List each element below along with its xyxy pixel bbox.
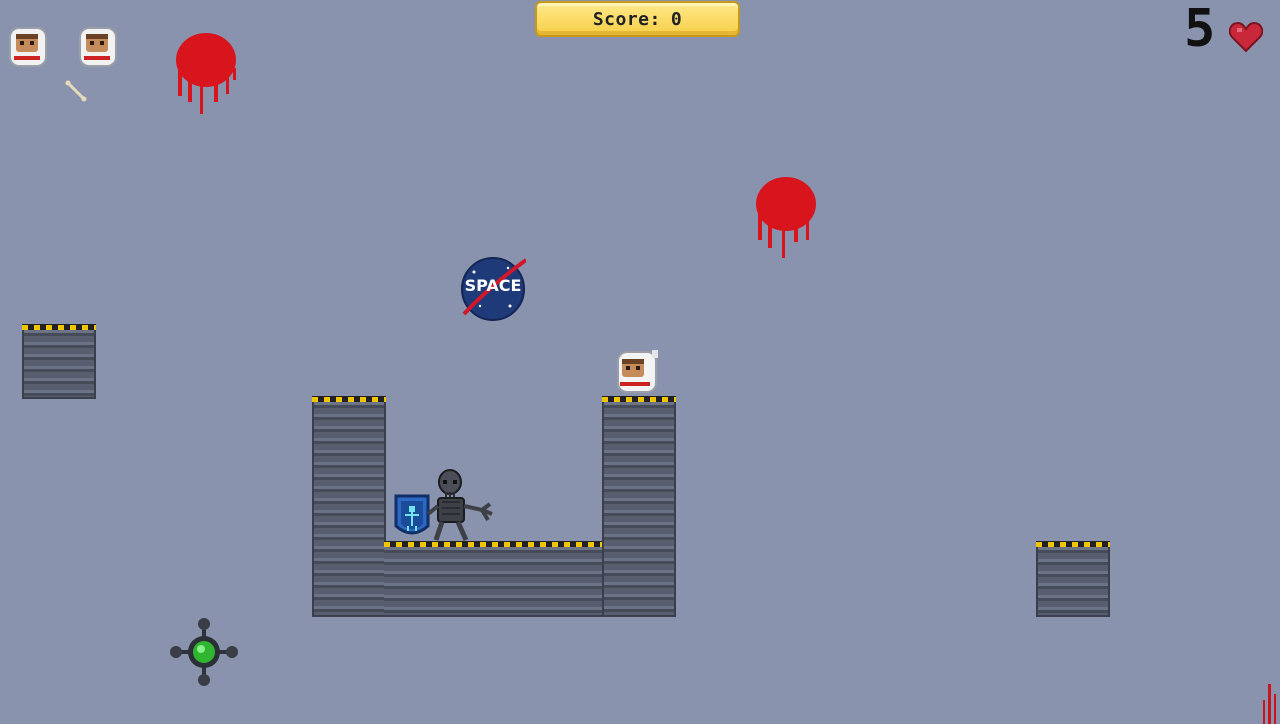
lives-count: 5	[1184, 0, 1216, 59]
pillar-left	[312, 396, 386, 617]
platform-body	[602, 402, 676, 617]
floating-platform-left	[22, 324, 96, 399]
reserve-astronaut-icon	[9, 27, 47, 67]
blood-splat-icon	[756, 177, 816, 258]
game-stage: Score: 0 5 SPACE	[0, 0, 1280, 724]
blood-splat-icon	[176, 33, 236, 114]
reserve-astronaut-icon	[79, 27, 117, 67]
floating-platform-right	[1036, 541, 1110, 617]
bone-icon	[65, 80, 87, 102]
pit-floor	[384, 541, 604, 617]
space-badge: SPACE	[460, 256, 526, 322]
space-badge-text: SPACE	[464, 276, 522, 295]
platform-body	[22, 330, 96, 399]
score-value: 0	[670, 8, 683, 30]
blood-drip-icon	[1263, 684, 1276, 724]
green-orb-drone[interactable]	[168, 616, 240, 688]
score-label: Score:	[592, 8, 661, 30]
platform-body	[384, 547, 604, 617]
score-display: Score: 0	[535, 1, 740, 37]
pillar-right	[602, 396, 676, 617]
platform-body	[312, 402, 386, 617]
player-astronaut[interactable]	[614, 348, 664, 398]
platform-body	[1036, 547, 1110, 617]
heart-icon	[1229, 21, 1263, 53]
alien-enemy[interactable]	[424, 468, 496, 544]
